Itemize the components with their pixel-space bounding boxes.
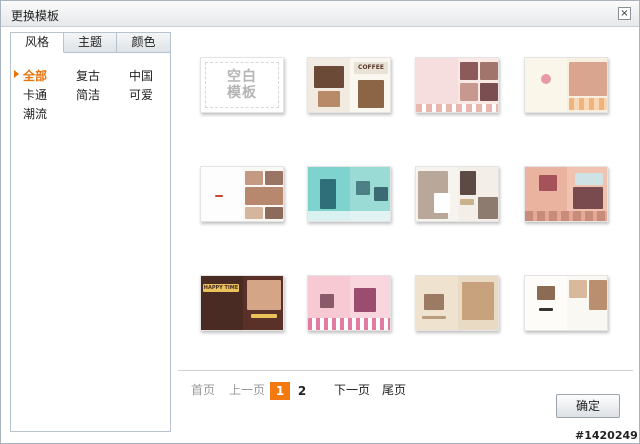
template-thumb-white-baby[interactable] <box>524 275 608 331</box>
template-thumb-beige-family[interactable] <box>415 275 499 331</box>
prev-page-link[interactable]: 上一页 <box>229 382 265 398</box>
style-item-cute[interactable]: 可爱 <box>129 86 153 103</box>
filter-panel: 风格 主题 颜色 全部 复古 中国 卡通 简洁 可爱 潮流 <box>10 32 171 432</box>
template-thumb-kid-cream[interactable] <box>524 57 608 113</box>
template-thumb-coffee[interactable]: COFFEE <box>307 57 391 113</box>
footer-divider <box>178 370 633 371</box>
template-thumb-blank[interactable]: 空白 模板 <box>200 57 284 113</box>
style-item-retro[interactable]: 复古 <box>76 67 100 84</box>
title-bar: 更换模板 × <box>1 1 639 27</box>
page-2-button[interactable]: 2 <box>292 382 312 400</box>
style-item-chinese[interactable]: 中国 <box>129 67 153 84</box>
blank-template-label: 空白 模板 <box>227 69 257 101</box>
change-template-dialog: 更换模板 × 风格 主题 颜色 全部 复古 中国 卡通 简洁 可爱 潮流 空白 … <box>0 0 640 444</box>
style-item-trendy[interactable]: 潮流 <box>23 105 47 122</box>
template-thumb-pink-kids[interactable] <box>415 57 499 113</box>
tab-color[interactable]: 颜色 <box>117 33 170 53</box>
tab-theme[interactable]: 主题 <box>64 33 117 53</box>
selected-arrow-icon <box>14 70 19 78</box>
template-thumb-salmon-baby[interactable] <box>524 166 608 222</box>
filter-tabs: 风格 主题 颜色 <box>11 33 170 53</box>
page-1-button[interactable]: 1 <box>270 382 290 400</box>
template-grid: 空白 模板 COFFEE HAPPY TIME <box>178 32 632 372</box>
first-page-link[interactable]: 首页 <box>191 382 215 398</box>
close-icon[interactable]: × <box>618 7 631 20</box>
style-item-all[interactable]: 全部 <box>23 67 47 84</box>
confirm-button[interactable]: 确定 <box>556 394 620 418</box>
template-thumb-family-white[interactable] <box>200 166 284 222</box>
style-item-cartoon[interactable]: 卡通 <box>23 86 47 103</box>
last-page-link[interactable]: 尾页 <box>382 382 406 398</box>
next-page-link[interactable]: 下一页 <box>334 382 370 398</box>
tab-style[interactable]: 风格 <box>11 33 64 53</box>
template-thumb-brown-happy[interactable]: HAPPY TIME <box>200 275 284 331</box>
template-thumb-pink-stripe[interactable] <box>307 275 391 331</box>
template-thumb-teal-wave[interactable] <box>307 166 391 222</box>
watermark-id: #1420249 <box>575 429 638 442</box>
template-thumb-wedding[interactable] <box>415 166 499 222</box>
dialog-title: 更换模板 <box>11 9 60 23</box>
style-item-simple[interactable]: 简洁 <box>76 86 100 103</box>
